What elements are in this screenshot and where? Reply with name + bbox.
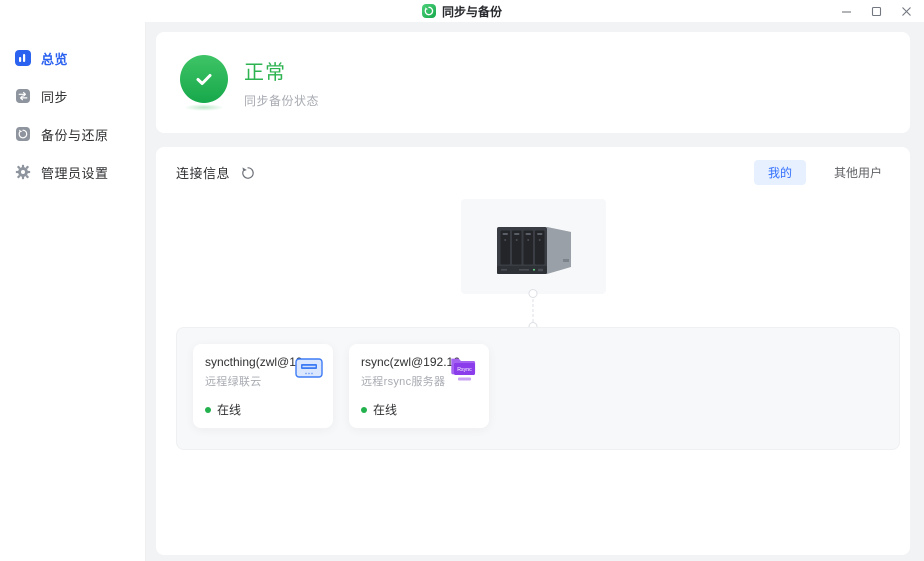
online-dot bbox=[205, 407, 211, 413]
refresh-icon[interactable] bbox=[240, 165, 256, 181]
device-card-rsync[interactable]: rsync(zwl@192.16... Rsync 远程rsync服务器 bbox=[349, 344, 489, 428]
device-status: 在线 bbox=[361, 401, 479, 418]
gear-icon bbox=[15, 164, 31, 180]
sidebar-item-label: 总览 bbox=[41, 49, 68, 68]
nas-illustration bbox=[485, 207, 581, 287]
app-window: 同步与备份 总览 bbox=[0, 0, 924, 561]
rsync-icon-label: Rsync bbox=[457, 367, 472, 373]
sync-icon bbox=[15, 88, 31, 104]
connection-card: 连接信息 我的 其他用户 bbox=[156, 147, 910, 555]
sidebar: 总览 同步 备份与还原 bbox=[0, 22, 146, 561]
sidebar-item-overview[interactable]: 总览 bbox=[0, 39, 145, 77]
window-title: 同步与备份 bbox=[442, 3, 502, 20]
sidebar-item-label: 同步 bbox=[41, 87, 68, 106]
user-filter-tabs: 我的 其他用户 bbox=[754, 160, 896, 185]
online-label: 在线 bbox=[373, 401, 397, 418]
titlebar-title-group: 同步与备份 bbox=[422, 3, 502, 20]
minimize-icon[interactable] bbox=[836, 1, 856, 21]
connection-header: 连接信息 我的 其他用户 bbox=[156, 160, 910, 185]
sidebar-item-admin-settings[interactable]: 管理员设置 bbox=[0, 153, 145, 191]
check-shadow bbox=[184, 104, 224, 111]
ugreen-cloud-icon bbox=[294, 354, 324, 384]
sidebar-item-label: 管理员设置 bbox=[41, 163, 109, 182]
status-card: 正常 同步备份状态 bbox=[156, 32, 910, 133]
online-dot bbox=[361, 407, 367, 413]
close-icon[interactable] bbox=[896, 1, 916, 21]
main-content: 正常 同步备份状态 连接信息 我的 其他用户 bbox=[146, 22, 924, 561]
tab-other-users[interactable]: 其他用户 bbox=[820, 160, 896, 185]
tab-mine[interactable]: 我的 bbox=[754, 160, 806, 185]
app-sync-icon bbox=[422, 4, 436, 18]
rsync-folder-icon: Rsync bbox=[450, 354, 480, 384]
online-label: 在线 bbox=[217, 401, 241, 418]
backup-restore-icon bbox=[15, 126, 31, 142]
sidebar-item-label: 备份与还原 bbox=[41, 125, 109, 144]
sidebar-item-backup-restore[interactable]: 备份与还原 bbox=[0, 115, 145, 153]
window-controls bbox=[836, 0, 916, 22]
titlebar: 同步与备份 bbox=[0, 0, 924, 22]
device-status: 在线 bbox=[205, 401, 323, 418]
remote-devices-group: syncthing(zwl@19... bbox=[176, 327, 900, 450]
connection-link bbox=[156, 294, 910, 327]
sidebar-item-sync[interactable]: 同步 bbox=[0, 77, 145, 115]
status-title: 正常 bbox=[244, 56, 319, 85]
overview-icon bbox=[15, 50, 31, 66]
success-check-icon bbox=[180, 55, 228, 103]
status-check-wrap bbox=[180, 55, 228, 111]
maximize-icon[interactable] bbox=[866, 1, 886, 21]
connection-title: 连接信息 bbox=[176, 163, 230, 182]
sync-arrows-glyph bbox=[424, 6, 434, 16]
nas-device-image bbox=[461, 199, 606, 294]
link-node-top bbox=[529, 289, 538, 298]
device-card-syncthing[interactable]: syncthing(zwl@19... bbox=[193, 344, 333, 428]
connection-diagram: syncthing(zwl@19... bbox=[156, 185, 910, 555]
status-subtitle: 同步备份状态 bbox=[244, 92, 319, 109]
